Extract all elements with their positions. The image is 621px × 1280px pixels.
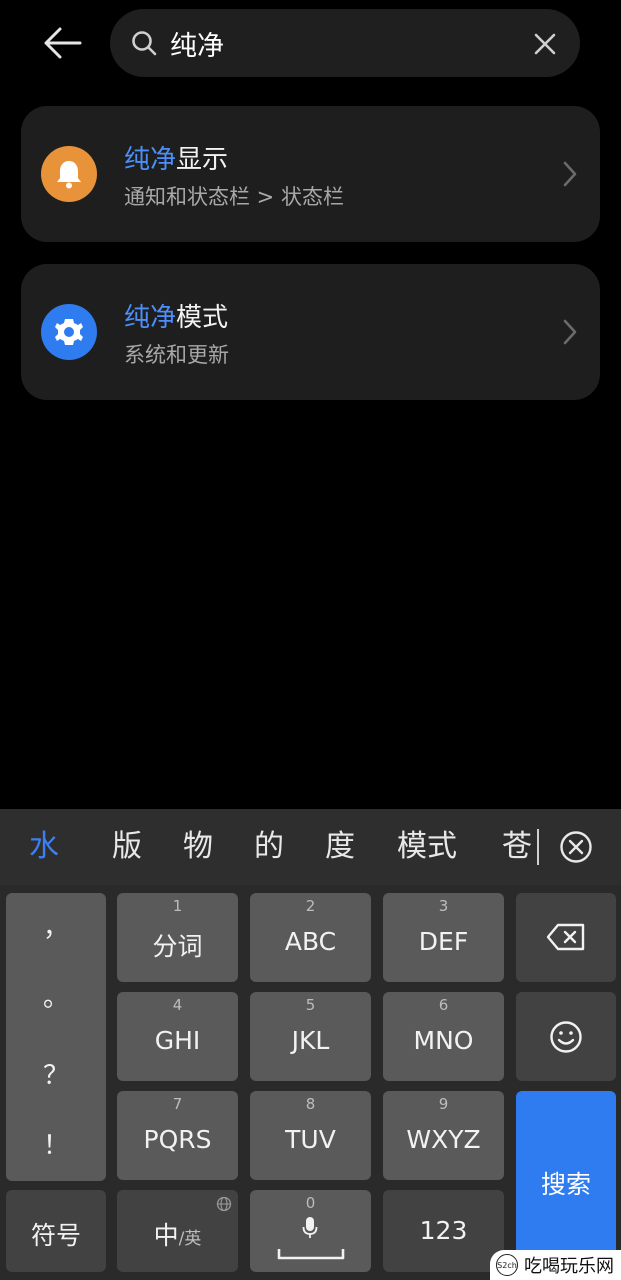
key-1-segment[interactable]: 1 分词 [117, 893, 238, 982]
candidate-bar: 水 版 物 的 度 模式 苍 [0, 809, 621, 885]
punctuation-column: ， 。 ？ ！ [6, 893, 106, 1181]
microphone-icon [302, 1217, 318, 1238]
gear-icon [55, 319, 83, 345]
arrow-left-icon [44, 27, 82, 59]
watermark-logo: S2ch [496, 1254, 518, 1276]
candidate-word[interactable]: 苍 [502, 827, 532, 867]
candidate-word[interactable]: 度 [325, 827, 355, 867]
ime-keyboard: 水 版 物 的 度 模式 苍 ， 。 ？ ！ 1 分词 2 ABC 3 DEF [0, 809, 621, 1280]
watermark: S2ch 吃喝玩乐网 [490, 1250, 621, 1280]
result-title: 纯净显示 [124, 145, 229, 175]
result-subtitle: 通知和状态栏 > 状态栏 [124, 185, 344, 209]
search-input[interactable] [170, 19, 520, 67]
language-label: 中/英 [153, 1221, 202, 1250]
key-4-ghi[interactable]: 4 GHI [117, 992, 238, 1081]
candidate-word[interactable]: 的 [254, 827, 284, 867]
backspace-icon [546, 923, 585, 951]
watermark-text: 吃喝玩乐网 [524, 1256, 614, 1277]
text-cursor [537, 829, 539, 865]
language-switch-key[interactable]: 中/英 [117, 1190, 238, 1272]
search-bar [110, 9, 580, 77]
bell-icon [57, 161, 81, 189]
result-item-pure-display[interactable]: 纯净显示 通知和状态栏 > 状态栏 [21, 106, 600, 242]
punct-key-period[interactable]: 。 [6, 977, 106, 1014]
emoji-key[interactable] [516, 992, 616, 1081]
result-subtitle: 系统和更新 [124, 343, 229, 367]
gear-icon-badge [41, 304, 97, 360]
key-8-tuv[interactable]: 8 TUV [250, 1091, 371, 1180]
close-candidates-icon[interactable] [559, 830, 593, 864]
smiley-icon [550, 1021, 582, 1053]
key-5-jkl[interactable]: 5 JKL [250, 992, 371, 1081]
chevron-right-icon [563, 161, 577, 187]
numbers-key[interactable]: 123 [383, 1190, 504, 1272]
space-key[interactable]: 0 [250, 1190, 371, 1272]
candidate-word[interactable]: 水 [29, 827, 59, 867]
candidate-word[interactable]: 版 [112, 827, 142, 867]
result-title: 纯净模式 [124, 303, 229, 333]
back-button[interactable] [34, 20, 90, 66]
clear-search-icon[interactable] [532, 31, 558, 57]
key-9-wxyz[interactable]: 9 WXYZ [383, 1091, 504, 1180]
search-icon [132, 31, 157, 56]
space-bar-icon [277, 1249, 345, 1260]
symbols-key[interactable]: 符号 [6, 1190, 106, 1272]
key-2-abc[interactable]: 2 ABC [250, 893, 371, 982]
chevron-right-icon [563, 319, 577, 345]
key-7-pqrs[interactable]: 7 PQRS [117, 1091, 238, 1180]
candidate-word[interactable]: 模式 [397, 827, 457, 867]
candidate-word[interactable]: 物 [183, 827, 213, 867]
key-6-mno[interactable]: 6 MNO [383, 992, 504, 1081]
globe-icon [216, 1196, 232, 1212]
punct-key-exclaim[interactable]: ！ [6, 1125, 106, 1162]
result-item-pure-mode[interactable]: 纯净模式 系统和更新 [21, 264, 600, 400]
bell-icon-badge [41, 146, 97, 202]
punct-key-comma[interactable]: ， [6, 907, 106, 944]
key-3-def[interactable]: 3 DEF [383, 893, 504, 982]
backspace-key[interactable] [516, 893, 616, 982]
punct-key-question[interactable]: ？ [6, 1055, 106, 1092]
